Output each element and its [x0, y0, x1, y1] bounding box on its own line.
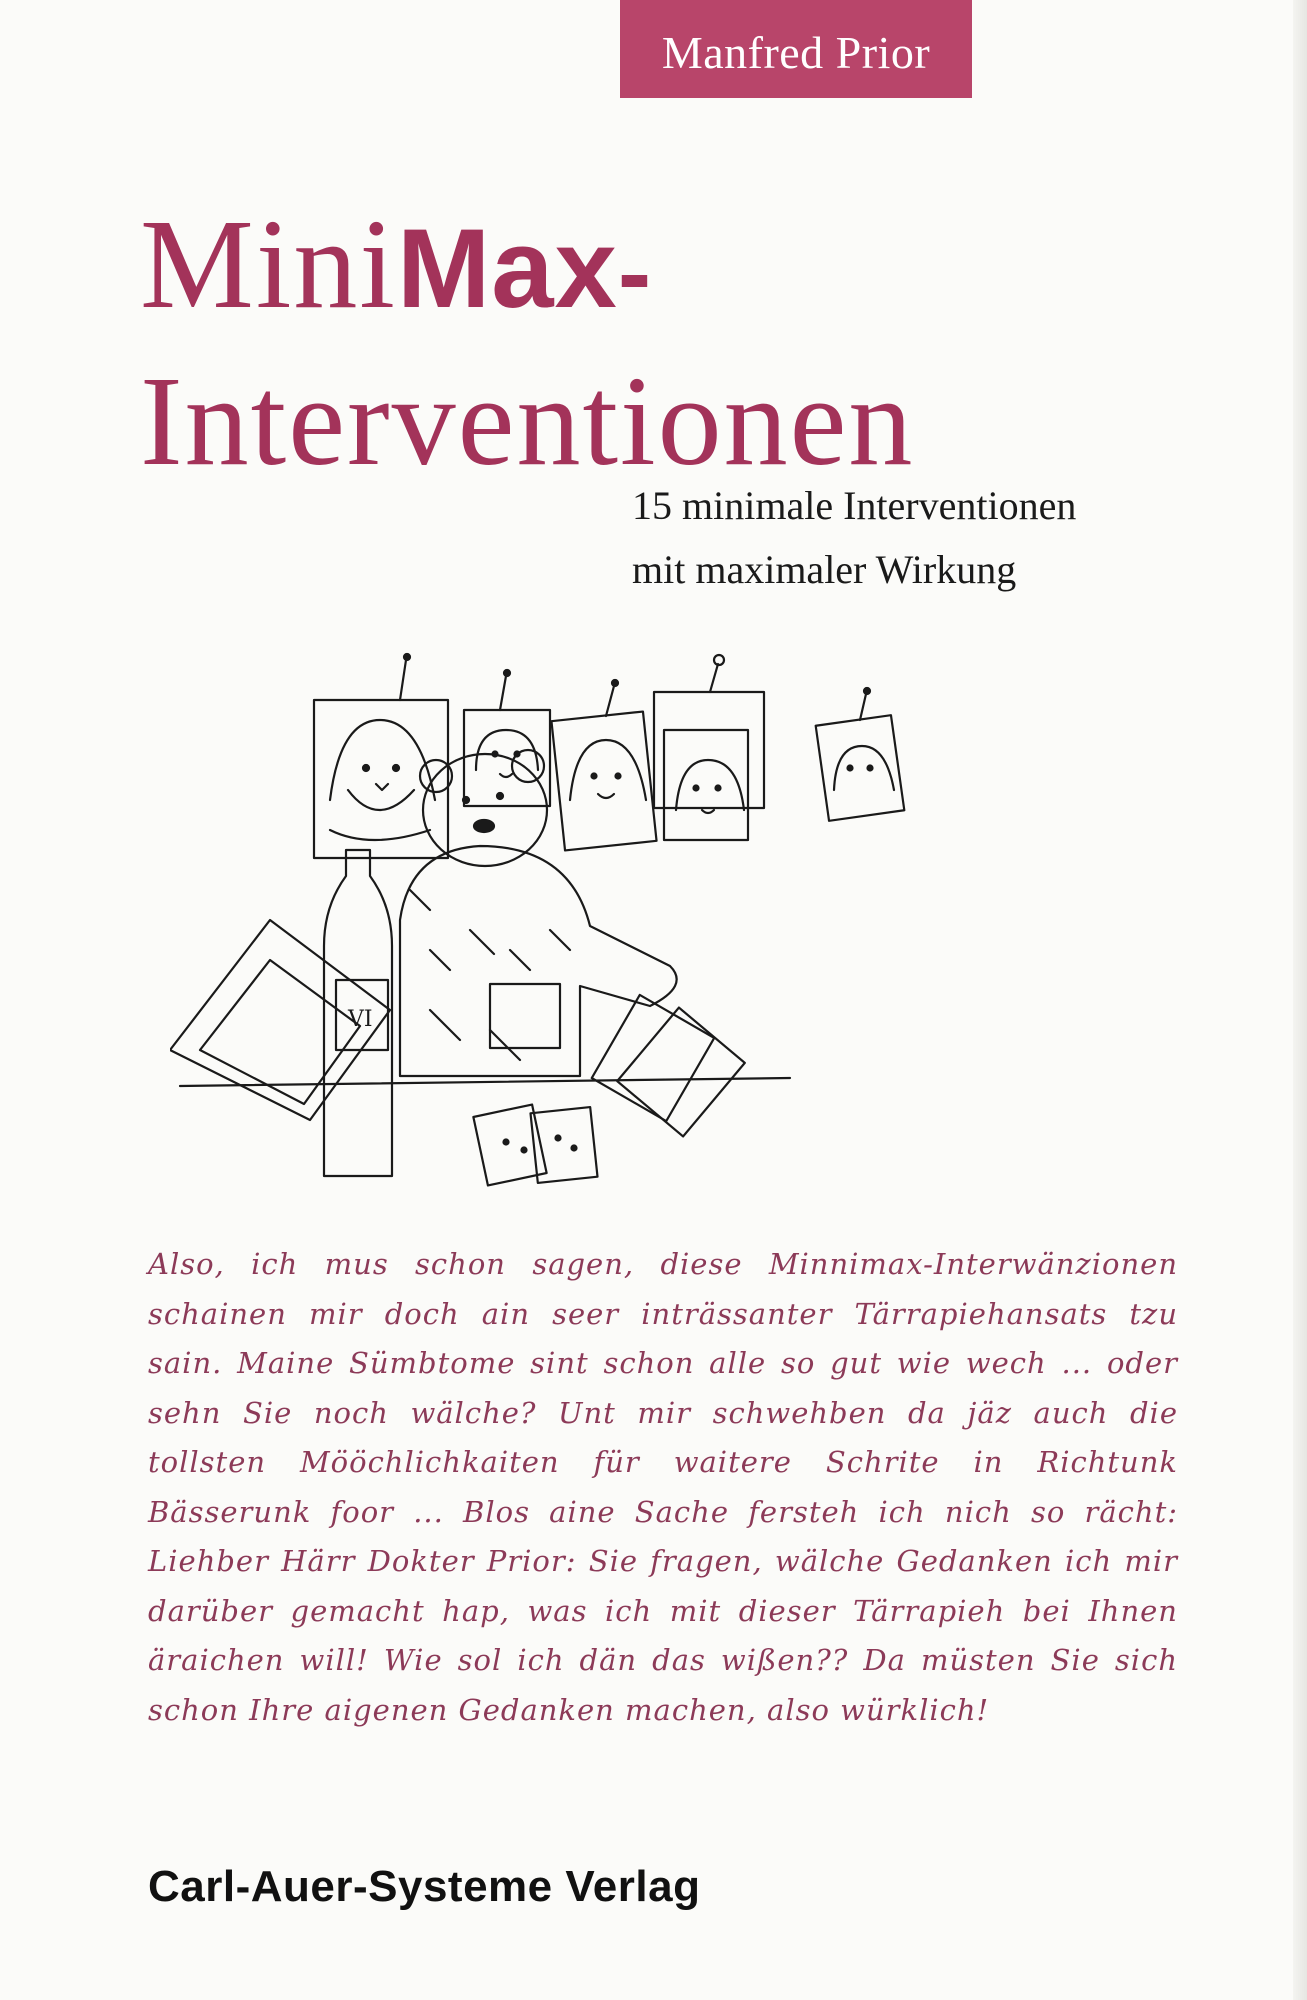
book-subtitle: 15 minimale Interventionen mit maximaler…	[632, 474, 1076, 602]
publisher-name: Carl-Auer-Systeme Verlag	[148, 1862, 701, 1911]
title-max: Max	[396, 206, 618, 331]
author-name: Manfred Prior	[661, 26, 931, 78]
bottle: VI	[322, 848, 394, 1178]
title-line-1: MiniMax-	[140, 190, 914, 347]
playing-cards	[472, 993, 746, 1187]
subtitle-line-2: mit maximaler Wirkung	[632, 547, 1017, 592]
subtitle-line-1: 15 minimale Interventionen	[632, 483, 1077, 528]
cover-edge	[1293, 0, 1307, 2000]
bear-at-desk-drawing-icon: VI	[170, 652, 906, 1187]
portrait-frame	[652, 653, 766, 842]
title-mini: Mini	[140, 193, 397, 335]
portrait-frame	[462, 668, 552, 808]
desk-edge	[178, 1076, 792, 1088]
title-dash: -	[617, 217, 652, 329]
book-cover: Manfred Prior MiniMax- Interventionen 15…	[0, 0, 1307, 2000]
book-title: MiniMax- Interventionen	[140, 190, 914, 495]
title-line-2: Interventionen	[140, 350, 915, 492]
bear	[398, 748, 678, 1078]
portrait-frame	[550, 678, 658, 852]
back-blurb: Also, ich mus schon sagen, diese Minnima…	[148, 1247, 1178, 1727]
portrait-frame	[814, 686, 906, 822]
portrait-frame	[312, 652, 450, 860]
author-banner: Manfred Prior	[620, 0, 972, 98]
bottle-label: VI	[347, 1007, 373, 1032]
